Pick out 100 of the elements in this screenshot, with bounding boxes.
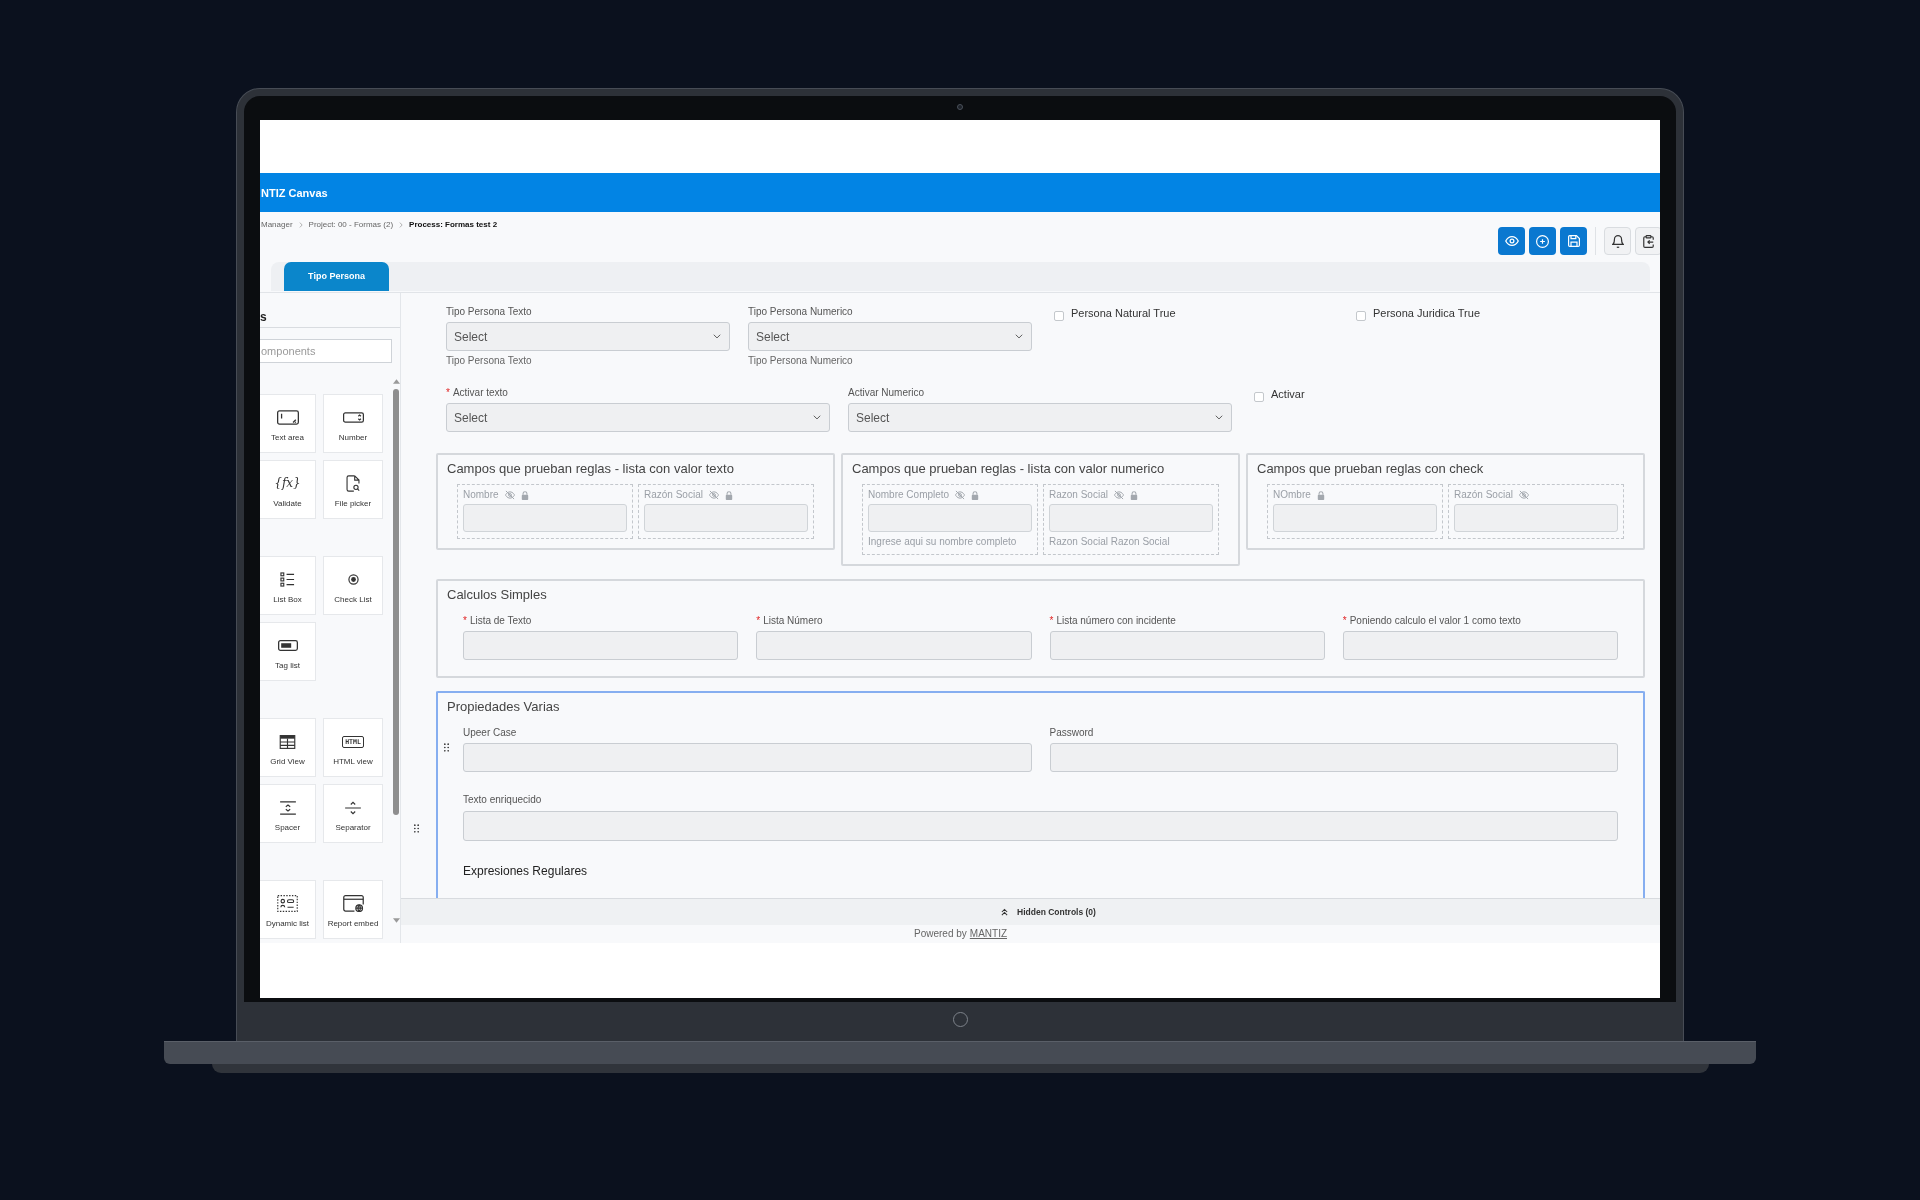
checkbox[interactable] [1254, 392, 1264, 402]
eye-button[interactable] [1498, 227, 1525, 255]
tab[interactable]: Tipo Persona [284, 262, 389, 291]
save-button[interactable] [1560, 227, 1587, 255]
section-title: Calculos Simples [446, 587, 548, 603]
input-field[interactable] [644, 504, 808, 532]
rich-text-field[interactable] [463, 811, 1618, 841]
input-field[interactable] [1273, 504, 1437, 532]
component-tile[interactable]: Check List [323, 556, 383, 615]
component-tile[interactable]: File picker [323, 460, 383, 519]
select-field[interactable]: Select [848, 403, 1232, 432]
checkbox-label: Activar [1271, 387, 1305, 401]
scrollbar-thumb[interactable] [393, 389, 399, 815]
chevron-down-icon [813, 415, 821, 420]
component-tile[interactable]: Report embed [323, 880, 383, 939]
field-label: Nombre [463, 489, 499, 501]
dashed-list-icon [277, 895, 298, 912]
select-field[interactable]: Select [748, 322, 1032, 351]
field-label: Password [1049, 727, 1095, 739]
component-tile[interactable]: Grid View [260, 718, 316, 777]
component-tile[interactable]: Spacer [260, 784, 316, 843]
field-label: Razón Social [644, 489, 703, 501]
field-label: Tipo Persona Numerico [748, 306, 854, 318]
field-label: * Lista número con incidente [1049, 615, 1177, 627]
field-label: Nombre Completo [868, 489, 950, 501]
bell-icon [1611, 234, 1624, 248]
checkbox-label: Persona Natural True [1071, 306, 1176, 320]
component-tile[interactable]: Dynamic list [260, 880, 316, 939]
separator-icon [344, 800, 362, 815]
input-field[interactable] [463, 631, 739, 660]
input-field[interactable] [1049, 631, 1325, 660]
camera-icon [957, 104, 963, 110]
window-globe-icon [342, 895, 364, 912]
input-field[interactable] [463, 504, 627, 532]
clipboard-icon [1643, 234, 1654, 248]
file-search-icon [346, 475, 360, 492]
field-label: * Lista de Texto [463, 615, 533, 627]
field-label: Activar Numerico [848, 387, 926, 399]
chevron-down-icon [1215, 415, 1223, 420]
field-label: Razon Social [1049, 489, 1108, 501]
group-title: Campos que prueban reglas con check [1256, 461, 1485, 477]
radio-icon [347, 574, 359, 585]
group-title: Campos que prueban reglas - lista con valor numerico [851, 461, 1166, 477]
select-field[interactable]: Select [446, 322, 730, 351]
component-tile[interactable]: Text area [260, 394, 316, 453]
section-title: Propiedades Varias [446, 699, 561, 715]
panel-title: s [260, 310, 267, 324]
number-field-icon [342, 412, 364, 423]
footer-link[interactable]: MANTIZ [969, 928, 1007, 939]
input-field[interactable] [1454, 504, 1618, 532]
chevron-down-icon [713, 334, 721, 339]
checkbox-label: Persona Juridica True [1373, 306, 1480, 320]
field-hint: Tipo Persona Numerico [748, 355, 854, 367]
input-field[interactable] [1049, 504, 1213, 532]
field-hint: Ingrese aqui su nombre completo [868, 536, 1018, 548]
input-field[interactable] [756, 631, 1032, 660]
add-button[interactable] [1529, 227, 1556, 255]
checkbox[interactable] [1356, 311, 1366, 321]
field-label: * Lista Número [756, 615, 824, 627]
input-field[interactable] [1342, 631, 1618, 660]
scroll-down-arrow-icon[interactable] [392, 918, 400, 923]
field-label: Texto enriquecido [463, 794, 543, 806]
save-icon [1567, 235, 1580, 247]
component-tile[interactable]: Number [323, 394, 383, 453]
double-chevron-up-icon [1001, 908, 1009, 916]
breadcrumb-current: Process: Formas test 2 [409, 220, 498, 230]
chevron-down-icon [1015, 334, 1023, 339]
field-label: * Activar texto [446, 387, 509, 399]
input-field[interactable] [868, 504, 1032, 532]
checkbox[interactable] [1054, 311, 1064, 321]
chevron-right-icon [399, 222, 404, 228]
table-icon [279, 734, 296, 749]
plus-circle-icon [1536, 234, 1549, 248]
field-hint: Tipo Persona Texto [446, 355, 533, 367]
breadcrumb-link[interactable]: Project: 00 - Formas (2) [308, 220, 394, 230]
hidden-controls-bar[interactable]: Hidden Controls (0) [401, 898, 1660, 925]
function-icon: {fx} [274, 476, 301, 491]
component-tile[interactable]: Tag list [260, 622, 316, 681]
subsection-heading: Expresiones Regulares [463, 864, 589, 878]
group-title: Campos que prueban reglas - lista con valor texto [446, 461, 735, 477]
clipboard-button[interactable] [1635, 227, 1660, 255]
tag-field-icon [277, 640, 298, 651]
select-field[interactable]: Select [446, 403, 830, 432]
input-field[interactable] [1049, 743, 1618, 772]
field-label: * Poniendo calculo el valor 1 como texto [1342, 615, 1522, 627]
component-tile[interactable]: List Box [260, 556, 316, 615]
chevron-right-icon [298, 222, 303, 228]
component-tile[interactable]: {fx} Validate [260, 460, 316, 519]
search-field[interactable]: omponents [260, 339, 392, 363]
drag-handle-icon[interactable] [444, 743, 449, 752]
scroll-up-arrow-icon[interactable] [392, 379, 400, 384]
drag-handle-icon[interactable] [414, 824, 419, 833]
powered-by-text: Powered by MANTIZ [914, 928, 1007, 940]
breadcrumb-link[interactable]: Manager [261, 220, 293, 230]
list-icon [280, 572, 295, 587]
field-label: Razón Social [1454, 489, 1513, 501]
notifications-button[interactable] [1604, 227, 1631, 255]
field-hint: Razon Social Razon Social [1049, 536, 1171, 548]
input-field[interactable] [463, 743, 1032, 772]
component-tile[interactable]: Separator [323, 784, 383, 843]
